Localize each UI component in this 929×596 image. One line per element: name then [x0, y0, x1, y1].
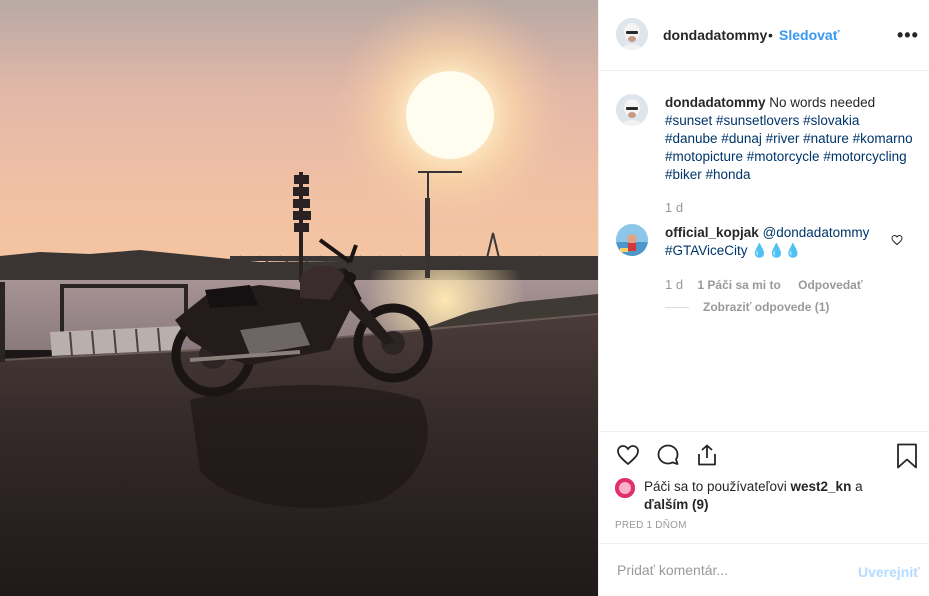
bookmark-icon[interactable]: [896, 443, 918, 474]
separator-dot: •: [768, 27, 773, 43]
post-date[interactable]: PRED 1 DŇOM: [615, 520, 687, 531]
liker-username[interactable]: west2_kn: [791, 479, 852, 494]
comment-text: #GTAViceCity 💧💧💧: [665, 243, 802, 258]
author-username[interactable]: dondadatommy: [663, 27, 767, 43]
add-comment-bar: Uverejniť: [599, 543, 929, 596]
comment-icon[interactable]: [655, 443, 681, 472]
liker-avatar[interactable]: [615, 478, 635, 498]
post-header: dondadatommy • Sledovať •••: [599, 0, 929, 71]
comment-like-icon[interactable]: [891, 233, 903, 251]
likes-suffix: a: [855, 479, 863, 494]
more-options-icon[interactable]: •••: [897, 25, 919, 46]
caption-username[interactable]: dondadatommy: [665, 95, 766, 110]
commenter-avatar[interactable]: [616, 224, 648, 256]
author-avatar[interactable]: [616, 18, 648, 50]
replies-divider: [665, 307, 689, 309]
sunset-motorcycle-image: [0, 0, 598, 596]
view-replies-label[interactable]: Zobraziť odpovede (1): [703, 300, 829, 314]
post-caption: dondadatommy No words needed #sunset #su…: [665, 94, 915, 184]
action-bar: [599, 431, 929, 478]
likes-prefix: Páči sa to používateľovi: [644, 479, 787, 494]
caption-avatar[interactable]: [616, 94, 648, 126]
view-replies[interactable]: Zobraziť odpovede (1): [665, 300, 829, 314]
post-comment-button[interactable]: Uverejniť: [858, 564, 920, 580]
comment-body: official_kopjak @dondadatommy #GTAViceCi…: [665, 224, 905, 260]
comment-likes[interactable]: 1 Páči sa mi to: [697, 278, 780, 292]
likes-others[interactable]: ďalším (9): [644, 497, 708, 512]
caption-text: No words needed: [769, 95, 876, 110]
caption-time[interactable]: 1 d: [665, 200, 683, 215]
caption-hashtags[interactable]: #sunset #sunsetlovers #slovakia #danube …: [665, 113, 913, 182]
post-photo[interactable]: [0, 0, 598, 596]
likes-text: Páči sa to používateľovi west2_kn a ďalš…: [644, 478, 904, 514]
comment-meta: 1 d 1 Páči sa mi to Odpovedať: [665, 277, 863, 292]
comment-mention[interactable]: @dondadatommy: [763, 225, 870, 240]
comment-input[interactable]: [615, 558, 839, 582]
commenter-username[interactable]: official_kopjak: [665, 225, 759, 240]
reply-button[interactable]: Odpovedať: [798, 278, 862, 292]
post-sidebar: dondadatommy • Sledovať ••• dondadatommy…: [598, 0, 929, 596]
follow-button[interactable]: Sledovať: [779, 27, 839, 43]
heart-icon[interactable]: [615, 443, 641, 472]
instagram-post: dondadatommy • Sledovať ••• dondadatommy…: [0, 0, 929, 596]
comment-time[interactable]: 1 d: [665, 277, 683, 292]
share-icon[interactable]: [695, 443, 719, 472]
